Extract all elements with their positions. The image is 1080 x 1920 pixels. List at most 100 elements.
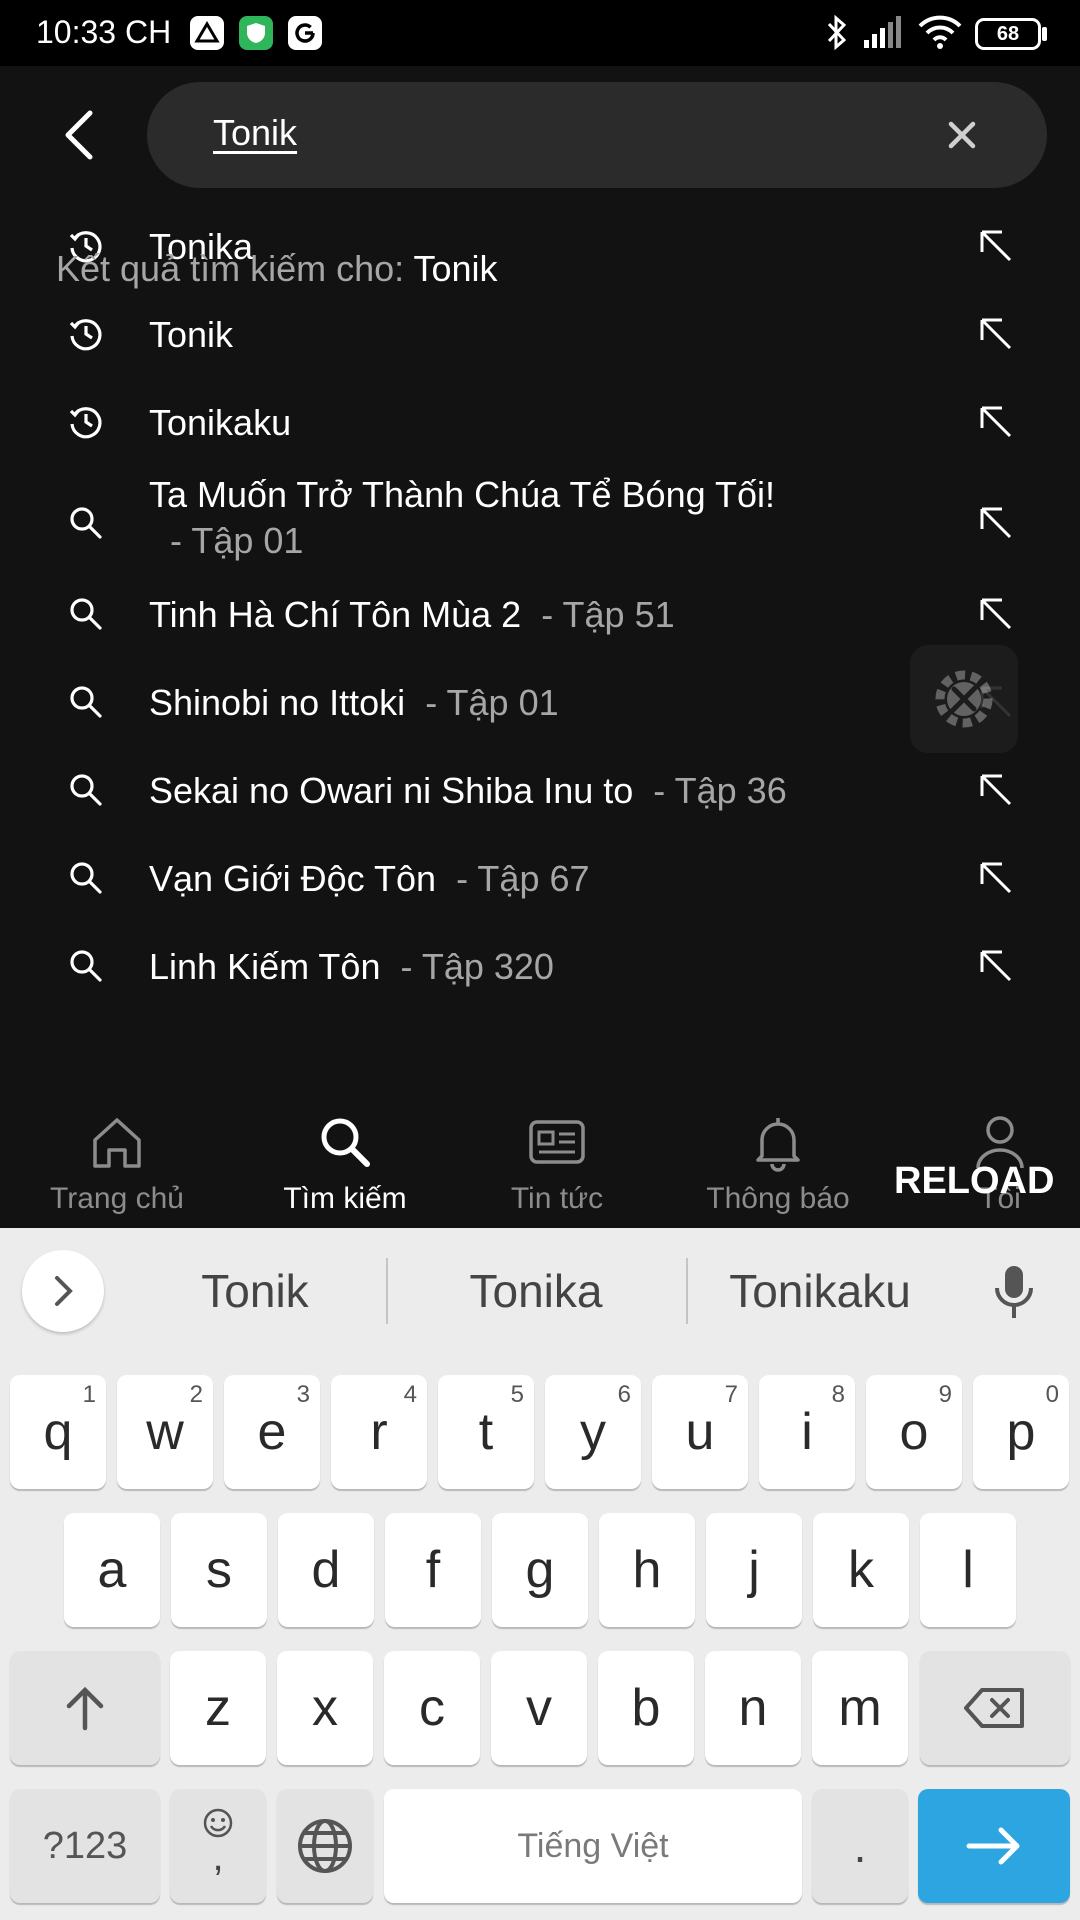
- suggestion-item[interactable]: Ta Muốn Trở Thành Chúa Tể Bóng Tối! - Tậ…: [0, 474, 1080, 568]
- suggestion-title: Linh Kiếm Tôn: [149, 946, 381, 987]
- suggestion-item[interactable]: Linh Kiếm Tôn - Tập 320: [0, 926, 1080, 1006]
- letter-key[interactable]: e3: [224, 1375, 320, 1489]
- key-label: h: [632, 1541, 662, 1599]
- key-number-hint: 6: [617, 1381, 631, 1408]
- letter-key[interactable]: x: [277, 1651, 373, 1765]
- keyboard-suggestion[interactable]: Tonikaku: [700, 1264, 940, 1318]
- letter-key[interactable]: l: [920, 1513, 1016, 1627]
- search-icon: [70, 507, 102, 539]
- letter-key[interactable]: u7: [652, 1375, 748, 1489]
- suggestion-title: Vạn Giới Độc Tôn: [149, 858, 437, 899]
- letter-key[interactable]: k: [813, 1513, 909, 1627]
- letter-key[interactable]: z: [170, 1651, 266, 1765]
- letter-key[interactable]: q1: [10, 1375, 106, 1489]
- nav-notifications[interactable]: Thông báo: [678, 1100, 878, 1228]
- suggestion-episode: - Tập 67: [456, 858, 590, 899]
- suggestion-item[interactable]: Tinh Hà Chí Tôn Mùa 2 - Tập 51: [0, 574, 1080, 654]
- fill-query-arrow-icon[interactable]: [976, 503, 1016, 543]
- search-icon: [70, 774, 102, 806]
- fill-query-arrow-icon[interactable]: [976, 314, 1016, 354]
- emoji-comma-key[interactable]: ,: [170, 1789, 266, 1903]
- period-key[interactable]: .: [812, 1789, 908, 1903]
- app-notification-icon: [190, 16, 224, 50]
- fill-query-arrow-icon[interactable]: [976, 402, 1016, 442]
- letter-key[interactable]: f: [385, 1513, 481, 1627]
- key-number-hint: 1: [82, 1381, 96, 1408]
- back-button[interactable]: [48, 100, 108, 170]
- letter-key[interactable]: j: [706, 1513, 802, 1627]
- keyboard-expand-button[interactable]: [22, 1250, 104, 1332]
- tools-floating-button[interactable]: [910, 645, 1018, 753]
- fill-query-arrow-icon[interactable]: [976, 226, 1016, 266]
- letter-key[interactable]: i8: [759, 1375, 855, 1489]
- shift-key[interactable]: [10, 1651, 160, 1765]
- key-label: v: [526, 1679, 552, 1737]
- suggestion-title: Ta Muốn Trở Thành Chúa Tể Bóng Tối!: [149, 474, 775, 515]
- nav-news[interactable]: Tin tức: [457, 1100, 657, 1228]
- close-icon: [948, 121, 976, 149]
- suggestion-title: Tonikaku: [149, 402, 292, 443]
- letter-key[interactable]: y6: [545, 1375, 641, 1489]
- suggestion-item[interactable]: Tonikaku: [0, 382, 1080, 462]
- fill-query-arrow-icon[interactable]: [976, 858, 1016, 898]
- space-key[interactable]: Tiếng Việt: [384, 1789, 802, 1903]
- battery-level: 68: [996, 22, 1020, 45]
- suggestion-episode: - Tập 01: [170, 520, 304, 561]
- key-number-hint: 4: [403, 1381, 417, 1408]
- keyboard-suggestion[interactable]: Tonik: [130, 1264, 380, 1318]
- letter-key[interactable]: r4: [331, 1375, 427, 1489]
- suggestion-item[interactable]: Vạn Giới Độc Tôn - Tập 67: [0, 838, 1080, 918]
- letter-key[interactable]: w2: [117, 1375, 213, 1489]
- reload-button[interactable]: RELOAD: [894, 1160, 1054, 1203]
- nav-search[interactable]: Tìm kiếm: [245, 1100, 445, 1228]
- letter-key[interactable]: m: [812, 1651, 908, 1765]
- search-results-label: Kết quả tìm kiếm cho: Tonik: [56, 248, 498, 290]
- suggestion-item[interactable]: Sekai no Owari ni Shiba Inu to - Tập 36: [0, 750, 1080, 830]
- letter-key[interactable]: h: [599, 1513, 695, 1627]
- backspace-key[interactable]: [920, 1651, 1070, 1765]
- soft-keyboard: Tonik Tonika Tonikaku q1w2e3r4t5y6u7i8o9…: [0, 1228, 1080, 1920]
- letter-key[interactable]: d: [278, 1513, 374, 1627]
- letter-key[interactable]: t5: [438, 1375, 534, 1489]
- letter-key[interactable]: g: [492, 1513, 588, 1627]
- key-label: s: [206, 1541, 232, 1599]
- key-label: q: [43, 1403, 73, 1461]
- fill-query-arrow-icon[interactable]: [976, 594, 1016, 634]
- fill-query-arrow-icon[interactable]: [976, 770, 1016, 810]
- search-icon: [70, 862, 102, 894]
- nav-home[interactable]: Trang chủ: [17, 1100, 217, 1228]
- microphone-icon[interactable]: [990, 1262, 1038, 1322]
- key-label: i: [801, 1403, 813, 1461]
- key-label: a: [97, 1541, 127, 1599]
- letter-key[interactable]: b: [598, 1651, 694, 1765]
- letter-key[interactable]: c: [384, 1651, 480, 1765]
- letter-key[interactable]: n: [705, 1651, 801, 1765]
- key-label: j: [748, 1541, 760, 1599]
- suggestion-title: Sekai no Owari ni Shiba Inu to: [149, 770, 634, 811]
- arrow-right-icon: [966, 1827, 1020, 1865]
- key-label: b: [631, 1679, 661, 1737]
- status-bar: 10:33 CH 68: [0, 0, 1080, 66]
- letter-key[interactable]: p0: [973, 1375, 1069, 1489]
- letter-key[interactable]: o9: [866, 1375, 962, 1489]
- language-key[interactable]: [277, 1789, 373, 1903]
- enter-key[interactable]: [918, 1789, 1070, 1903]
- clear-search-button[interactable]: [937, 110, 987, 160]
- key-label: e: [257, 1403, 287, 1461]
- wifi-icon: [917, 14, 963, 55]
- key-label: g: [525, 1541, 555, 1599]
- search-icon: [70, 686, 102, 718]
- search-box[interactable]: Tonik: [147, 82, 1047, 188]
- bluetooth-icon: [824, 14, 850, 57]
- suggestion-item[interactable]: Tonik: [0, 294, 1080, 374]
- keyboard-suggestion[interactable]: Tonika: [400, 1264, 672, 1318]
- key-label: x: [312, 1679, 338, 1737]
- search-icon: [70, 598, 102, 630]
- symbols-key[interactable]: ?123: [10, 1789, 160, 1903]
- tools-gear-icon: [935, 670, 993, 728]
- letter-key[interactable]: s: [171, 1513, 267, 1627]
- letter-key[interactable]: a: [64, 1513, 160, 1627]
- fill-query-arrow-icon[interactable]: [976, 946, 1016, 986]
- search-input[interactable]: Tonik: [213, 112, 297, 154]
- letter-key[interactable]: v: [491, 1651, 587, 1765]
